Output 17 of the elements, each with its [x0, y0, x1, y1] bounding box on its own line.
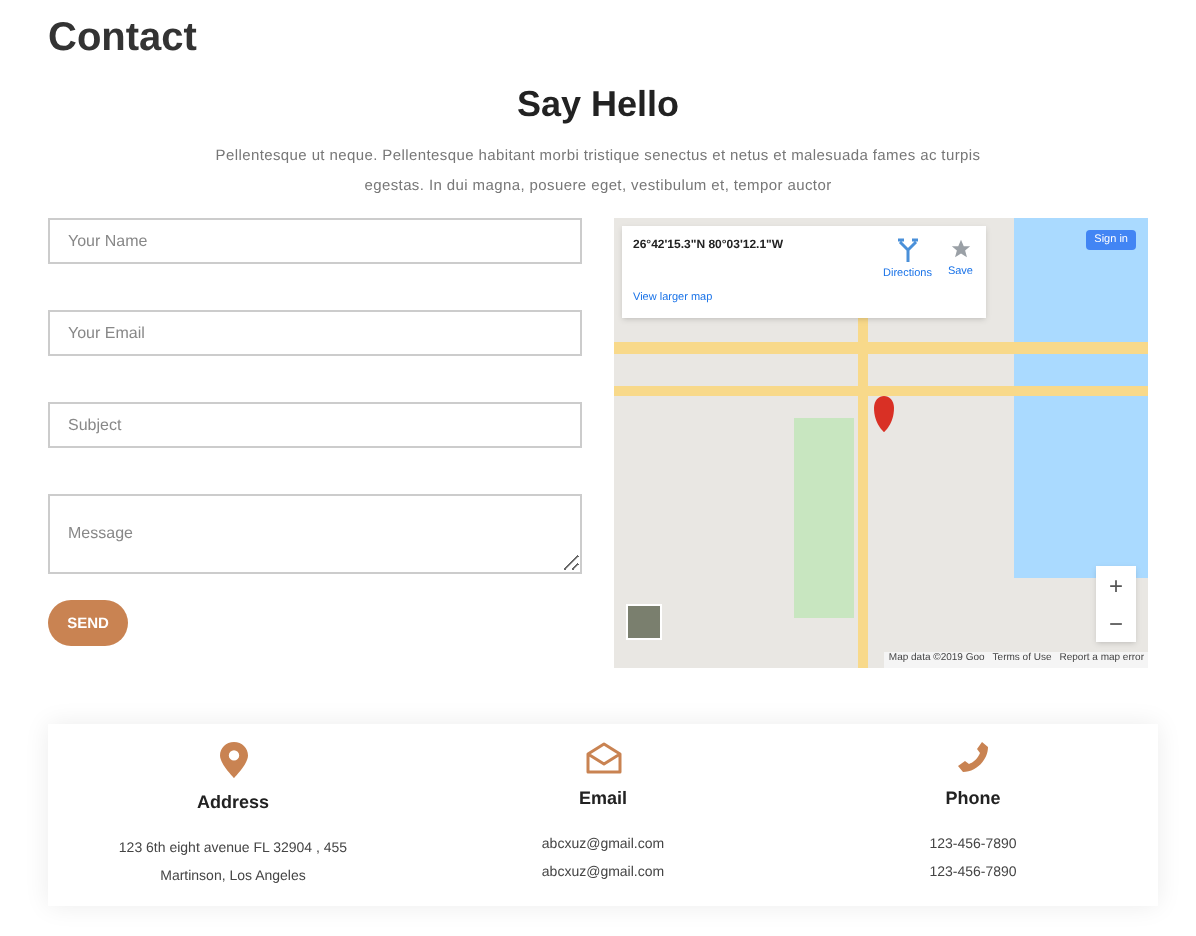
- section-heading: Say Hello: [516, 82, 680, 128]
- text-input-field[interactable]: Subject: [48, 402, 581, 448]
- star-icon: [949, 238, 972, 260]
- message-field[interactable]: Message: [48, 494, 581, 574]
- zoom-in-button[interactable]: +: [1096, 566, 1136, 604]
- text-input-field[interactable]: Your Name: [48, 218, 581, 264]
- text-input-field[interactable]: Your Email: [48, 310, 581, 356]
- zoom-out-button[interactable]: −: [1096, 604, 1136, 642]
- phone-icon: [957, 742, 989, 774]
- info-title: Email: [578, 786, 627, 812]
- info-title: Phone: [945, 786, 1001, 812]
- map-pin-icon: [219, 742, 247, 778]
- page-title: Contact: [48, 14, 197, 64]
- satellite-thumbnail: [625, 604, 661, 640]
- directions-icon: [897, 238, 918, 262]
- info-title: Address: [196, 790, 269, 816]
- envelope-icon: [585, 742, 621, 774]
